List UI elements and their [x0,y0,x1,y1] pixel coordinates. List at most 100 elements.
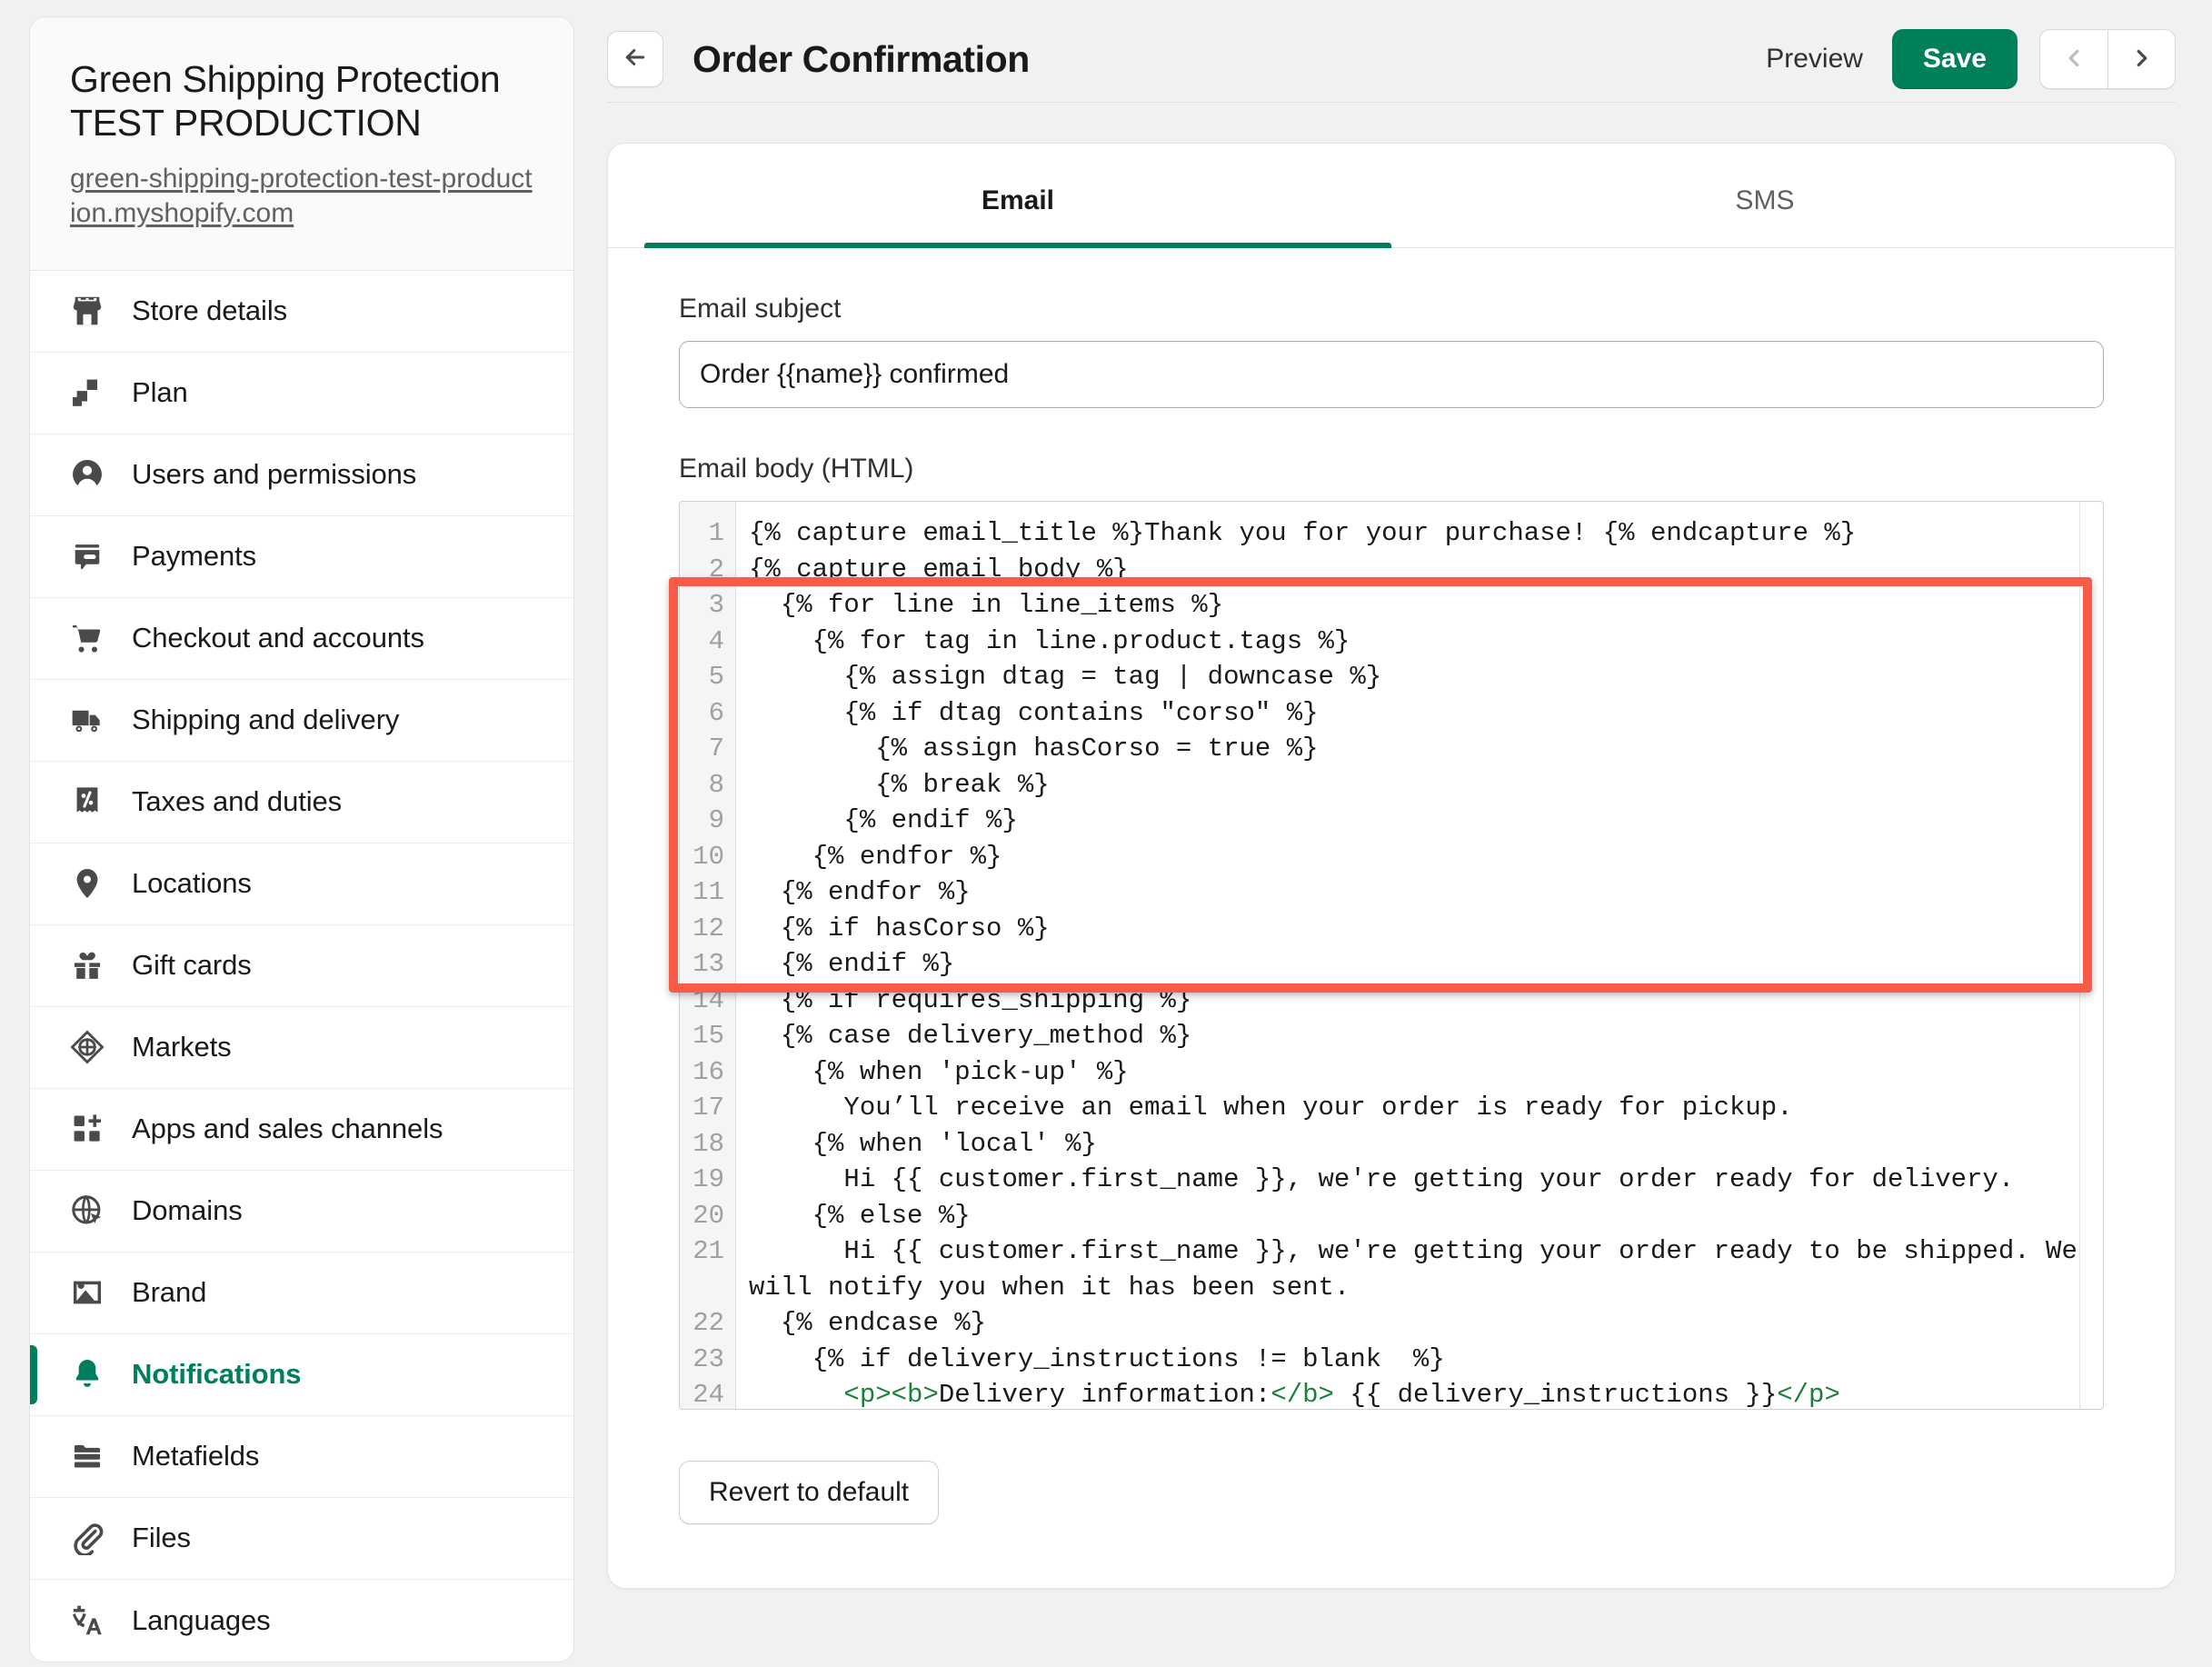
map-pin-icon [70,866,105,901]
code-line[interactable]: You’ll receive an email when your order … [749,1090,2103,1126]
pager-group [2039,29,2176,89]
sidebar-item-label: Apps and sales channels [132,1113,443,1145]
code-line[interactable]: {% break %} [749,767,2103,804]
line-number: 5 [680,659,724,695]
email-subject-input[interactable] [679,341,2104,408]
sidebar-item-label: Shipping and delivery [132,704,399,736]
sidebar-item-label: Markets [132,1031,232,1063]
line-number: 13 [680,946,724,983]
sidebar-item-shipping-and-delivery[interactable]: Shipping and delivery [30,680,573,762]
gift-icon [70,948,105,983]
editor-scrollbar[interactable] [2079,502,2103,1409]
tab-email[interactable]: Email [644,144,1391,247]
code-line[interactable]: {% for line in line_items %} [749,587,2103,624]
sidebar-item-checkout-and-accounts[interactable]: Checkout and accounts [30,598,573,680]
line-number: 20 [680,1198,724,1234]
line-number: 11 [680,874,724,911]
sidebar-item-locations[interactable]: Locations [30,843,573,925]
previous-button[interactable] [2040,30,2107,88]
code-line[interactable]: {% else %} [749,1198,2103,1234]
code-line[interactable]: {% assign hasCorso = true %} [749,731,2103,767]
cart-icon [70,621,105,655]
sidebar-item-payments[interactable]: Payments [30,516,573,598]
sidebar-item-gift-cards[interactable]: Gift cards [30,925,573,1007]
save-button[interactable]: Save [1892,29,2018,89]
editor-code-area[interactable]: {% capture email_title %}Thank you for y… [736,502,2103,1409]
line-number: 24 [680,1377,724,1410]
template-form: Email subject Email body (HTML) 12345678… [608,294,2175,1524]
code-line[interactable]: {% capture email_body %} [749,552,2103,588]
code-line[interactable]: {% endif %} [749,803,2103,839]
code-line[interactable]: {% for tag in line.product.tags %} [749,624,2103,660]
preview-button[interactable]: Preview [1759,35,1870,84]
sidebar-item-apps-and-sales-channels[interactable]: Apps and sales channels [30,1089,573,1171]
code-line[interactable]: Hi {{ customer.first_name }}, we're gett… [749,1233,2103,1305]
line-number: 9 [680,803,724,839]
email-body-label: Email body (HTML) [679,454,2104,484]
receipt-percent-icon [70,784,105,819]
store-url-link[interactable]: green-shipping-protection-test-productio… [70,162,533,232]
sidebar-item-store-details[interactable]: Store details [30,271,573,353]
line-number: 17 [680,1090,724,1126]
line-number: 6 [680,695,724,732]
code-line[interactable]: Hi {{ customer.first_name }}, we're gett… [749,1162,2103,1198]
code-line[interactable]: {% case delivery_method %} [749,1018,2103,1054]
sidebar-item-files[interactable]: Files [30,1498,573,1580]
code-line[interactable]: {% endif %} [749,946,2103,983]
sidebar-item-plan[interactable]: Plan [30,353,573,434]
revert-to-default-button[interactable]: Revert to default [679,1461,939,1524]
sidebar-item-label: Locations [132,867,252,900]
sidebar-item-languages[interactable]: Languages [30,1580,573,1662]
sidebar-item-metafields[interactable]: Metafields [30,1416,573,1498]
main-content: Order Confirmation Preview Save [574,0,2212,1667]
code-line[interactable]: {% if requires_shipping %} [749,983,2103,1019]
code-line[interactable]: {% if delivery_instructions != blank %} [749,1342,2103,1378]
sidebar-item-label: Plan [132,376,188,409]
code-line[interactable]: {% endfor %} [749,874,2103,911]
payments-icon [70,539,105,574]
sidebar-item-taxes-and-duties[interactable]: Taxes and duties [30,762,573,843]
store-name: Green Shipping Protection TEST PRODUCTIO… [70,57,533,145]
line-number: 8 [680,767,724,804]
next-button[interactable] [2107,30,2175,88]
tab-sms[interactable]: SMS [1391,144,2138,247]
code-line[interactable]: {% if hasCorso %} [749,911,2103,947]
line-number: 10 [680,839,724,875]
settings-nav: Store details Plan Users and permissions Pa… [30,271,573,1662]
line-number: 1 [680,515,724,552]
code-line[interactable]: {% capture email_title %}Thank you for y… [749,515,2103,552]
line-number: 4 [680,624,724,660]
sidebar-item-markets[interactable]: Markets [30,1007,573,1089]
store-header: Green Shipping Protection TEST PRODUCTIO… [30,17,573,271]
translate-icon [70,1603,105,1638]
header-actions: Preview Save [1759,29,2176,89]
channel-tabs: EmailSMS [608,144,2175,248]
editor-line-numbers: 123456789101112131415161718192021222324 [680,502,736,1409]
header-divider [607,102,2176,103]
line-number: 22 [680,1305,724,1342]
arrow-left-icon [622,44,649,75]
sidebar-item-brand[interactable]: Brand [30,1253,573,1334]
code-line[interactable]: {% endfor %} [749,839,2103,875]
plan-icon [70,375,105,410]
code-line[interactable]: {% when 'pick-up' %} [749,1054,2103,1091]
app-root: Green Shipping Protection TEST PRODUCTIO… [0,0,2212,1667]
sidebar-item-domains[interactable]: Domains [30,1171,573,1253]
code-line[interactable]: <p><b>Delivery information:</b> {{ deliv… [749,1377,2103,1409]
sidebar-item-label: Payments [132,540,256,573]
back-button[interactable] [607,31,663,87]
code-line[interactable]: {% if dtag contains "corso" %} [749,695,2103,732]
sidebar-item-users-and-permissions[interactable]: Users and permissions [30,434,573,516]
user-icon [70,457,105,492]
sidebar-item-label: Metafields [132,1440,259,1472]
sidebar-item-notifications[interactable]: Notifications [30,1334,573,1416]
sidebar-item-label: Taxes and duties [132,785,342,818]
truck-icon [70,703,105,737]
page-title: Order Confirmation [692,38,1030,81]
email-body-editor[interactable]: 123456789101112131415161718192021222324 … [679,501,2104,1410]
code-line[interactable]: {% assign dtag = tag | downcase %} [749,659,2103,695]
chevron-left-icon [2060,45,2087,75]
globe-pointer-icon [70,1193,105,1228]
code-line[interactable]: {% endcase %} [749,1305,2103,1342]
code-line[interactable]: {% when 'local' %} [749,1126,2103,1163]
